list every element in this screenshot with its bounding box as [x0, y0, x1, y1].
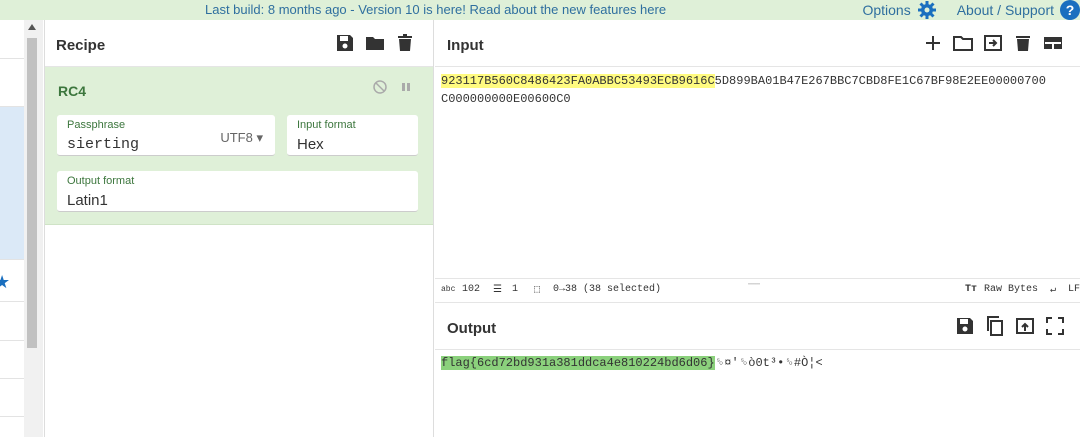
passphrase-label: Passphrase: [67, 119, 126, 131]
selection-icon: ⬚: [534, 285, 541, 296]
options-link[interactable]: Options: [862, 2, 910, 18]
operation-title: RC4: [58, 83, 87, 99]
output-title: Output: [447, 320, 497, 337]
copy-output-icon[interactable]: [985, 316, 1005, 336]
encoding-dropdown[interactable]: UTF8 ▾: [220, 130, 263, 146]
length-icon: abc: [441, 285, 456, 294]
top-nav: Options About / Support ?: [862, 0, 1080, 20]
version-banner-link[interactable]: Last build: 8 months ago - Version 10 is…: [205, 2, 666, 17]
io-panel: Input 923117B560C8486423FA0ABBC53493ECB9…: [435, 20, 1080, 437]
add-tab-icon[interactable]: [923, 33, 943, 53]
help-icon[interactable]: ?: [1060, 0, 1080, 20]
operations-scrollbar[interactable]: [24, 20, 40, 437]
input-title: Input: [447, 37, 484, 54]
operations-panel: ★: [0, 20, 45, 437]
input-format-field[interactable]: Input format Hex: [287, 115, 418, 156]
top-banner: Last build: 8 months ago - Version 10 is…: [0, 0, 1080, 20]
disable-icon[interactable]: [373, 80, 387, 94]
operations-list-item[interactable]: [0, 107, 24, 146]
output-toolbar: [955, 316, 1065, 336]
save-icon[interactable]: [335, 33, 355, 53]
save-output-icon[interactable]: [955, 316, 975, 336]
rc4-operation[interactable]: RC4 Passphrase sierting UTF8 ▾ Input for…: [45, 67, 433, 225]
open-file-icon[interactable]: [983, 33, 1003, 53]
input-text-rest: 5D899BA01B47E267BBC7CBD8FE1C67BF98E2EE00…: [714, 74, 1046, 88]
operations-list-item[interactable]: [0, 378, 24, 417]
folder-icon[interactable]: [365, 33, 385, 53]
input-selected-text: 923117B560C8486423FA0ABBC53493ECB9616C: [441, 74, 715, 88]
eol-button[interactable]: LF: [1068, 284, 1080, 295]
panel-resizer[interactable]: [40, 20, 43, 437]
encoding-value: UTF8: [220, 130, 253, 145]
input-text-line2: C000000000E00600C0: [441, 92, 571, 106]
passphrase-field[interactable]: Passphrase sierting UTF8 ▾: [57, 115, 275, 156]
scroll-up-arrow-icon[interactable]: [28, 24, 36, 30]
replace-input-icon[interactable]: [1015, 316, 1035, 336]
output-format-field[interactable]: Output format Latin1: [57, 171, 418, 212]
output-text-rest: ␎¤'␎ò0t³•␎#Ò¦<: [714, 356, 823, 370]
recipe-title: Recipe: [56, 37, 106, 54]
open-folder-icon[interactable]: [953, 33, 973, 53]
output-format-label: Output format: [67, 175, 135, 187]
input-textarea[interactable]: 923117B560C8486423FA0ABBC53493ECB9616C5D…: [441, 72, 1080, 108]
passphrase-value[interactable]: sierting: [67, 136, 139, 153]
maximise-icon[interactable]: [1045, 316, 1065, 336]
recipe-header: Recipe: [45, 20, 433, 67]
input-format-label: Input format: [297, 119, 356, 131]
about-support-link[interactable]: About / Support: [957, 2, 1054, 18]
eol-icon: ↵: [1050, 285, 1057, 296]
input-format-value[interactable]: Hex: [297, 136, 324, 153]
operations-list-item[interactable]: [0, 302, 24, 341]
output-highlighted-flag: flag{6cd72bd931a381ddca4e810224bd6d06}: [441, 356, 715, 370]
operation-controls: [373, 80, 411, 94]
gear-icon[interactable]: [917, 0, 937, 20]
input-lines: 1: [512, 284, 519, 295]
raw-bytes-button[interactable]: Raw Bytes: [984, 284, 1038, 295]
trash-icon[interactable]: [395, 33, 415, 53]
input-header: Input: [435, 20, 1080, 67]
operations-list-item[interactable]: [0, 145, 24, 184]
lines-icon: ☰: [493, 285, 502, 296]
output-header: Output: [435, 302, 1080, 350]
caret-down-icon: ▾: [256, 130, 263, 145]
output-textarea[interactable]: flag{6cd72bd931a381ddca4e810224bd6d06}␎¤…: [441, 354, 823, 372]
clear-input-icon[interactable]: [1013, 33, 1033, 53]
input-toolbar: [923, 33, 1063, 53]
input-length: 102: [462, 284, 481, 295]
favourite-star-icon[interactable]: ★: [0, 272, 10, 293]
selection-range: 0→38 (38 selected): [553, 284, 662, 295]
raw-bytes-icon: Tт: [965, 284, 978, 295]
recipe-panel: Recipe RC4 Passphrase sierting UTF8 ▾ In…: [45, 20, 434, 437]
recipe-toolbar: [335, 33, 415, 53]
scrollbar-thumb[interactable]: [27, 38, 37, 348]
operations-list-item[interactable]: [0, 221, 24, 260]
input-status-bar: abc 102 ☰ 1 ⬚ 0→38 (38 selected) ⋯⋯ Tт R…: [435, 278, 1080, 299]
pause-icon[interactable]: [401, 80, 411, 94]
output-format-value[interactable]: Latin1: [67, 192, 108, 209]
operations-list-item[interactable]: [0, 340, 24, 379]
operations-list-item[interactable]: [0, 68, 24, 107]
operations-list-item[interactable]: [0, 20, 24, 59]
operations-list-item[interactable]: [0, 183, 24, 222]
resize-grip[interactable]: ⋯⋯: [748, 279, 760, 291]
layout-icon[interactable]: [1043, 33, 1063, 53]
